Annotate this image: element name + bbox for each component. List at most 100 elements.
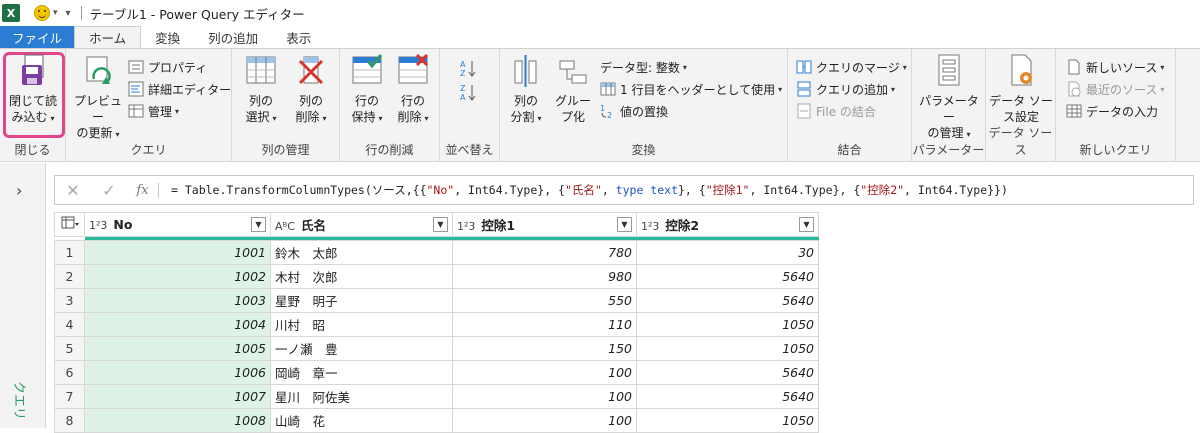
cell-no[interactable]: 1007 <box>84 384 271 409</box>
cell-deduction2[interactable]: 5640 <box>636 264 819 289</box>
advanced-editor-button[interactable]: 詳細エディター <box>128 79 231 99</box>
sort-ascending-button[interactable]: AZ <box>460 57 480 78</box>
data-type-dropdown[interactable]: データ型: 整数 ▾ <box>600 57 687 77</box>
column-header-deduction2[interactable]: 1²3 控除2 ▼ <box>636 212 819 237</box>
cancel-formula-icon[interactable]: ✕ <box>55 181 91 200</box>
cell-deduction2[interactable]: 5640 <box>636 288 819 313</box>
cell-name[interactable]: 鈴木 太郎 <box>270 240 453 265</box>
data-source-settings-button[interactable]: データ ソー ス設定 <box>988 53 1054 125</box>
column-header-name[interactable]: AᴮC 氏名 ▼ <box>270 212 453 237</box>
cell-deduction1[interactable]: 780 <box>452 240 637 265</box>
row-number[interactable]: 3 <box>54 288 85 313</box>
cell-no[interactable]: 1004 <box>84 312 271 337</box>
confirm-formula-icon[interactable]: ✓ <box>91 181 127 200</box>
column-type-icon[interactable]: 1²3 <box>89 219 107 232</box>
cell-no[interactable]: 1003 <box>84 288 271 313</box>
column-type-icon[interactable]: AᴮC <box>275 220 295 233</box>
new-source-button[interactable]: 新しいソース ▾ <box>1066 57 1164 77</box>
manage-button[interactable]: 管理 ▾ <box>128 101 179 121</box>
keep-rows-button[interactable]: 行の 保持 ▾ <box>344 53 390 127</box>
close-and-load-button[interactable]: 閉じて読 み込む ▾ <box>6 53 60 127</box>
cell-name[interactable]: 星野 明子 <box>270 288 453 313</box>
cell-name[interactable]: 一ノ瀬 豊 <box>270 336 453 361</box>
queries-pane-label[interactable]: クエリ <box>11 381 30 420</box>
table-row[interactable]: 6 1006 岡崎 章一 100 5640 <box>54 360 819 385</box>
replace-values-button[interactable]: 12 値の置換 <box>600 101 668 121</box>
split-column-button[interactable]: 列の 分割 ▾ <box>504 53 548 127</box>
remove-columns-button[interactable]: 列の 削除 ▾ <box>288 53 334 127</box>
column-filter-dropdown-icon[interactable]: ▼ <box>251 217 266 232</box>
fx-icon[interactable]: fx <box>127 182 159 198</box>
table-menu-icon[interactable] <box>54 212 85 237</box>
cell-no[interactable]: 1002 <box>84 264 271 289</box>
cell-deduction1[interactable]: 110 <box>452 312 637 337</box>
column-filter-dropdown-icon[interactable]: ▼ <box>617 217 632 232</box>
feedback-smiley-icon[interactable] <box>34 5 50 21</box>
group-by-button[interactable]: グルー プ化 <box>550 53 596 125</box>
cell-deduction2[interactable]: 1050 <box>636 408 819 433</box>
use-first-row-as-headers-button[interactable]: 1 行目をヘッダーとして使用 ▾ <box>600 79 782 99</box>
tab-home[interactable]: ホーム <box>74 26 142 48</box>
cell-deduction1[interactable]: 100 <box>452 360 637 385</box>
cell-deduction1[interactable]: 100 <box>452 384 637 409</box>
append-queries-button[interactable]: クエリの追加 ▾ <box>796 79 895 99</box>
table-row[interactable]: 5 1005 一ノ瀬 豊 150 1050 <box>54 336 819 361</box>
cell-deduction2[interactable]: 30 <box>636 240 819 265</box>
formula-text[interactable]: = Table.TransformColumnTypes(ソース,{{"No",… <box>159 182 1008 198</box>
table-row[interactable]: 2 1002 木村 次郎 980 5640 <box>54 264 819 289</box>
column-header-no[interactable]: 1²3 No ▼ <box>84 212 271 237</box>
split-column-icon <box>509 53 543 91</box>
sort-descending-button[interactable]: ZA <box>460 81 480 102</box>
recent-sources-button[interactable]: 最近のソース ▾ <box>1066 79 1164 99</box>
cell-deduction1[interactable]: 100 <box>452 408 637 433</box>
table-row[interactable]: 8 1008 山崎 花 100 1050 <box>54 408 819 433</box>
column-type-icon[interactable]: 1²3 <box>457 220 475 233</box>
cell-name[interactable]: 木村 次郎 <box>270 264 453 289</box>
column-filter-dropdown-icon[interactable]: ▼ <box>799 217 814 232</box>
column-header-deduction1[interactable]: 1²3 控除1 ▼ <box>452 212 637 237</box>
combine-files-button[interactable]: File の結合 <box>796 101 876 121</box>
table-row[interactable]: 7 1007 星川 阿佐美 100 5640 <box>54 384 819 409</box>
row-number[interactable]: 1 <box>54 240 85 265</box>
choose-columns-button[interactable]: 列の 選択 ▾ <box>238 53 284 127</box>
table-row[interactable]: 4 1004 川村 昭 110 1050 <box>54 312 819 337</box>
column-type-icon[interactable]: 1²3 <box>641 220 659 233</box>
cell-deduction2[interactable]: 1050 <box>636 336 819 361</box>
tab-view[interactable]: 表示 <box>272 26 325 48</box>
cell-name[interactable]: 川村 昭 <box>270 312 453 337</box>
remove-rows-button[interactable]: 行の 削除 ▾ <box>390 53 436 127</box>
row-number[interactable]: 5 <box>54 336 85 361</box>
cell-deduction1[interactable]: 550 <box>452 288 637 313</box>
row-number[interactable]: 6 <box>54 360 85 385</box>
cell-no[interactable]: 1001 <box>84 240 271 265</box>
cell-deduction1[interactable]: 150 <box>452 336 637 361</box>
cell-name[interactable]: 岡崎 章一 <box>270 360 453 385</box>
tab-file[interactable]: ファイル <box>0 26 75 48</box>
smiley-dropdown-icon[interactable]: ▾ <box>53 8 58 18</box>
cell-deduction1[interactable]: 980 <box>452 264 637 289</box>
cell-deduction2[interactable]: 5640 <box>636 384 819 409</box>
expand-queries-chevron-icon[interactable]: › <box>16 181 22 200</box>
properties-button[interactable]: プロパティ <box>128 57 207 77</box>
quick-access-customize-icon[interactable]: ▾ <box>66 8 71 19</box>
row-number[interactable]: 2 <box>54 264 85 289</box>
cell-deduction2[interactable]: 5640 <box>636 360 819 385</box>
cell-deduction2[interactable]: 1050 <box>636 312 819 337</box>
table-row[interactable]: 3 1003 星野 明子 550 5640 <box>54 288 819 313</box>
column-filter-dropdown-icon[interactable]: ▼ <box>433 217 448 232</box>
cell-no[interactable]: 1006 <box>84 360 271 385</box>
cell-no[interactable]: 1005 <box>84 336 271 361</box>
cell-no[interactable]: 1008 <box>84 408 271 433</box>
merge-queries-button[interactable]: クエリのマージ ▾ <box>796 57 907 77</box>
cell-name[interactable]: 山崎 花 <box>270 408 453 433</box>
row-number[interactable]: 7 <box>54 384 85 409</box>
refresh-preview-button[interactable]: プレビュー の更新 ▾ <box>70 53 126 143</box>
manage-parameters-button[interactable]: パラメーター の管理 ▾ <box>914 53 984 143</box>
cell-name[interactable]: 星川 阿佐美 <box>270 384 453 409</box>
tab-transform[interactable]: 変換 <box>141 26 194 48</box>
enter-data-button[interactable]: データの入力 <box>1066 101 1158 121</box>
row-number[interactable]: 8 <box>54 408 85 433</box>
tab-add-column[interactable]: 列の追加 <box>194 26 272 48</box>
table-row[interactable]: 1 1001 鈴木 太郎 780 30 <box>54 240 819 265</box>
row-number[interactable]: 4 <box>54 312 85 337</box>
